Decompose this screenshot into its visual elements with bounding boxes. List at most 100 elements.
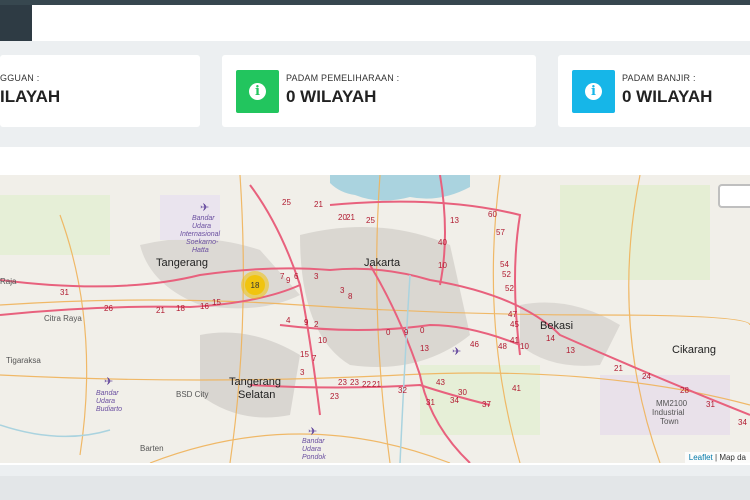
status-card-padam-banjir: i PADAM BANJIR : 0 WILAYAH (558, 55, 750, 127)
route-number: 7 (312, 354, 317, 363)
status-card-padam-pemeliharaan: i PADAM PEMELIHARAAN : 0 WILAYAH (222, 55, 536, 127)
airport-icon: ✈ (200, 202, 209, 214)
card-label: PADAM BANJIR : (622, 73, 696, 83)
route-number: 40 (438, 238, 447, 247)
info-icon: i (249, 83, 266, 100)
route-number: 3 (300, 368, 305, 377)
card-value: 0 WILAYAH (622, 87, 713, 106)
route-number: 21 (372, 380, 381, 389)
route-number: 32 (398, 386, 407, 395)
route-number: 3 (314, 272, 319, 281)
status-card-gangguan: GGUAN : ILAYAH (0, 55, 200, 127)
info-icon-box: i (572, 70, 615, 113)
attribution-text: | Map da (715, 453, 746, 462)
route-number: 41 (512, 384, 521, 393)
airport-icon: ✈ (452, 346, 461, 358)
route-number: 25 (366, 216, 375, 225)
layer-control-button[interactable] (718, 184, 750, 208)
top-header-bar (32, 5, 750, 41)
airport-icon: ✈ (308, 426, 317, 438)
route-number: 4 (286, 316, 291, 325)
leaflet-link[interactable]: Leaflet (689, 453, 713, 462)
poi-label: Udara (192, 223, 211, 230)
route-number: 13 (420, 344, 429, 353)
route-number: 25 (282, 198, 291, 207)
route-number: 15 (212, 298, 221, 307)
route-number: 28 (680, 386, 689, 395)
urban-area (200, 332, 300, 418)
poi-label: Udara (96, 398, 115, 405)
route-number: 24 (642, 372, 651, 381)
poi-label: Internasional (180, 231, 221, 238)
route-number: 9 (286, 276, 291, 285)
route-number: 47 (508, 310, 517, 319)
route-number: 60 (488, 210, 497, 219)
city-label: Tangerang (229, 376, 281, 388)
map-tiles: Tangerang Jakarta Bekasi Cikarang Tanger… (0, 175, 750, 463)
route-number: 10 (520, 342, 529, 351)
poi-label: Bandar (96, 390, 119, 397)
route-number: 21 (156, 306, 165, 315)
poi-label: Soekarno- (186, 239, 219, 246)
route-number: 9 (304, 318, 309, 327)
urban-area (520, 302, 620, 366)
route-number: 21 (314, 200, 323, 209)
route-number: 23 (338, 378, 347, 387)
airport-icon: ✈ (104, 376, 113, 388)
route-number: 30 (458, 388, 467, 397)
poi-label: Pondok (302, 454, 326, 461)
place-label: BSD City (176, 390, 208, 399)
route-number: 34 (450, 396, 459, 405)
route-number: 2 (314, 320, 319, 329)
cluster-count: 18 (245, 275, 265, 295)
sidebar-edge (0, 5, 32, 41)
map-panel: Tangerang Jakarta Bekasi Cikarang Tanger… (0, 147, 750, 465)
route-number: 52 (502, 270, 511, 279)
place-label: Industrial (652, 408, 685, 417)
city-label: Bekasi (540, 320, 573, 332)
map[interactable]: Tangerang Jakarta Bekasi Cikarang Tanger… (0, 175, 750, 463)
route-number: 34 (738, 418, 747, 427)
route-number: 54 (500, 260, 509, 269)
route-number: 0 (420, 326, 425, 335)
place-label: Raja (0, 277, 17, 286)
route-number: 13 (566, 346, 575, 355)
city-label: Tangerang (156, 257, 208, 269)
place-label: Town (660, 417, 679, 426)
route-number: 0 (386, 328, 391, 337)
poi-label: Bandar (192, 215, 215, 222)
city-label: Cikarang (672, 344, 716, 356)
route-number: 57 (496, 228, 505, 237)
city-label: Selatan (238, 389, 275, 401)
route-number: 16 (200, 302, 209, 311)
route-number: 31 (426, 398, 435, 407)
poi-label: Bandar (302, 438, 325, 445)
route-number: 37 (482, 400, 491, 409)
route-number: 9 (404, 328, 409, 337)
route-number: 22 (362, 380, 371, 389)
route-number: 23 (330, 392, 339, 401)
place-label: Barten (140, 444, 164, 453)
route-number: 48 (498, 342, 507, 351)
route-number: 10 (438, 261, 447, 270)
sea-area (330, 175, 470, 201)
card-label: GGUAN : (0, 73, 40, 83)
info-icon-box: i (236, 70, 279, 113)
route-number: 52 (505, 284, 514, 293)
info-icon: i (585, 83, 602, 100)
route-number: 13 (450, 216, 459, 225)
farmland (0, 195, 110, 255)
route-number: 31 (60, 288, 69, 297)
route-number: 26 (104, 304, 113, 313)
route-number: 15 (300, 350, 309, 359)
map-attribution: Leaflet | Map da (684, 452, 750, 463)
marker-cluster[interactable]: 18 (241, 271, 269, 299)
route-number: 10 (318, 336, 327, 345)
route-number: 18 (176, 304, 185, 313)
poi-label: Hatta (192, 247, 209, 254)
route-number: 23 (350, 378, 359, 387)
page-footer (0, 476, 750, 500)
poi-label: Udara (302, 446, 321, 453)
route-number: 8 (348, 292, 353, 301)
place-label: Citra Raya (44, 314, 82, 323)
